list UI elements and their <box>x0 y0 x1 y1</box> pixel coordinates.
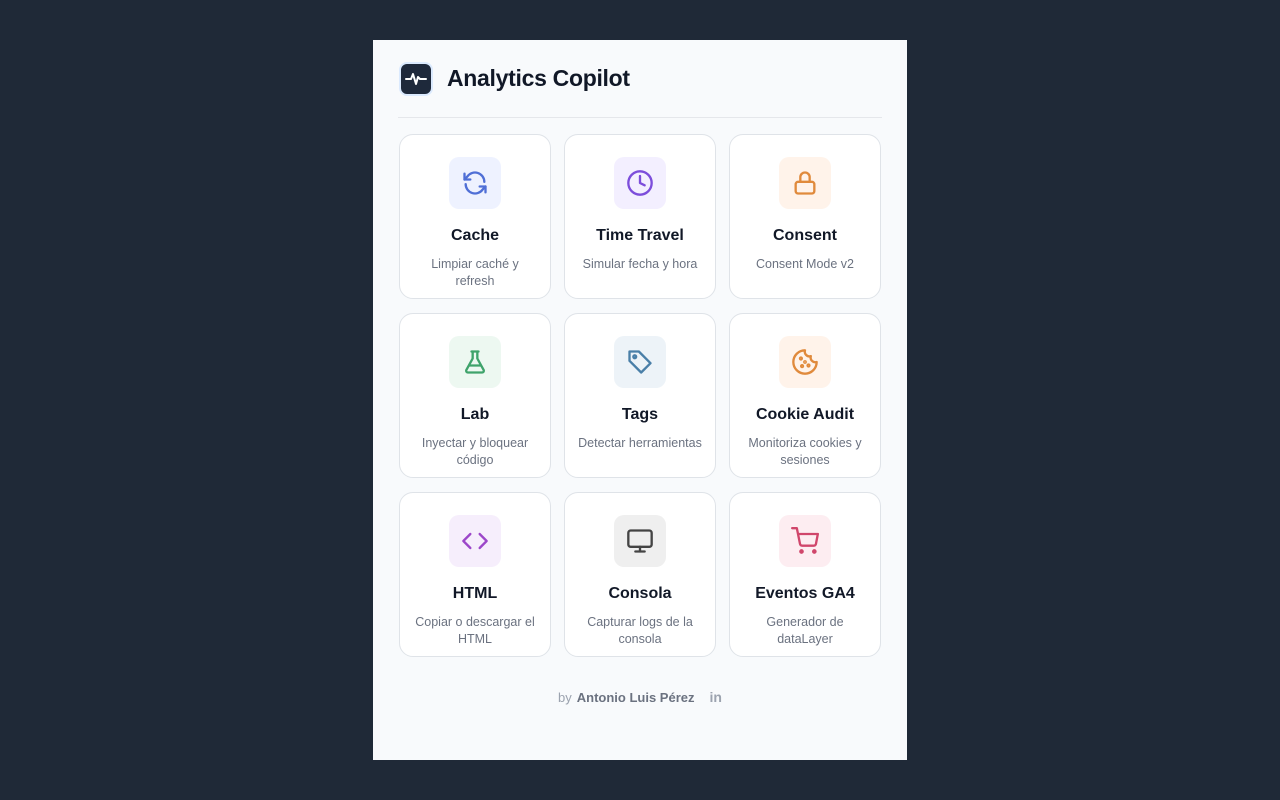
card-description: Limpiar caché y refresh <box>431 257 519 288</box>
eventos-ga4-card[interactable]: Eventos GA4 Generador de dataLayer <box>729 492 881 657</box>
card-title: Consent <box>773 227 837 244</box>
linkedin-icon[interactable]: in <box>710 689 722 705</box>
card-title: Time Travel <box>596 227 684 244</box>
author-link[interactable]: Antonio Luis Pérez <box>577 690 695 705</box>
card-title: HTML <box>452 585 498 602</box>
consola-card[interactable]: Consola Capturar logs de la consola <box>564 492 716 657</box>
card-title: Lab <box>460 406 490 423</box>
extension-popup: Analytics Copilot Cache Limpiar caché y … <box>373 40 907 760</box>
cart-icon <box>779 515 831 567</box>
card-title: Consola <box>608 585 672 602</box>
tag-icon <box>614 336 666 388</box>
card-description: Monitoriza cookies y sesiones <box>748 436 862 467</box>
card-title: Eventos GA4 <box>755 585 855 602</box>
html-card[interactable]: HTML Copiar o descargar el HTML <box>399 492 551 657</box>
tools-grid: Cache Limpiar caché y refresh Time Trave… <box>399 134 882 657</box>
card-description: Generador de dataLayer <box>766 615 844 646</box>
activity-pulse-icon <box>399 61 433 96</box>
footer-by: by <box>558 689 572 705</box>
cache-card[interactable]: Cache Limpiar caché y refresh <box>399 134 551 299</box>
code-icon <box>449 515 501 567</box>
card-description: Detectar herramientas <box>578 436 702 450</box>
flask-icon <box>449 336 501 388</box>
app-title: Analytics Copilot <box>447 65 630 91</box>
card-title: Cookie Audit <box>755 406 855 423</box>
time-travel-card[interactable]: Time Travel Simular fecha y hora <box>564 134 716 299</box>
refresh-icon <box>449 157 501 209</box>
card-description: Inyectar y bloquear código <box>421 436 529 467</box>
tags-card[interactable]: Tags Detectar herramientas <box>564 313 716 478</box>
monitor-icon <box>614 515 666 567</box>
card-title: Cache <box>450 227 500 244</box>
clock-icon <box>614 157 666 209</box>
consent-card[interactable]: Consent Consent Mode v2 <box>729 134 881 299</box>
cookie-icon <box>779 336 831 388</box>
card-description: Capturar logs de la consola <box>587 615 693 646</box>
card-title: Tags <box>621 406 659 423</box>
header: Analytics Copilot <box>398 40 882 118</box>
card-description: Copiar o descargar el HTML <box>415 615 535 646</box>
lab-card[interactable]: Lab Inyectar y bloquear código <box>399 313 551 478</box>
lock-icon <box>779 157 831 209</box>
cookie-audit-card[interactable]: Cookie Audit Monitoriza cookies y sesion… <box>729 313 881 478</box>
footer: by Antonio Luis Pérez in <box>373 689 907 705</box>
card-description: Consent Mode v2 <box>756 257 854 271</box>
card-description: Simular fecha y hora <box>582 257 698 271</box>
